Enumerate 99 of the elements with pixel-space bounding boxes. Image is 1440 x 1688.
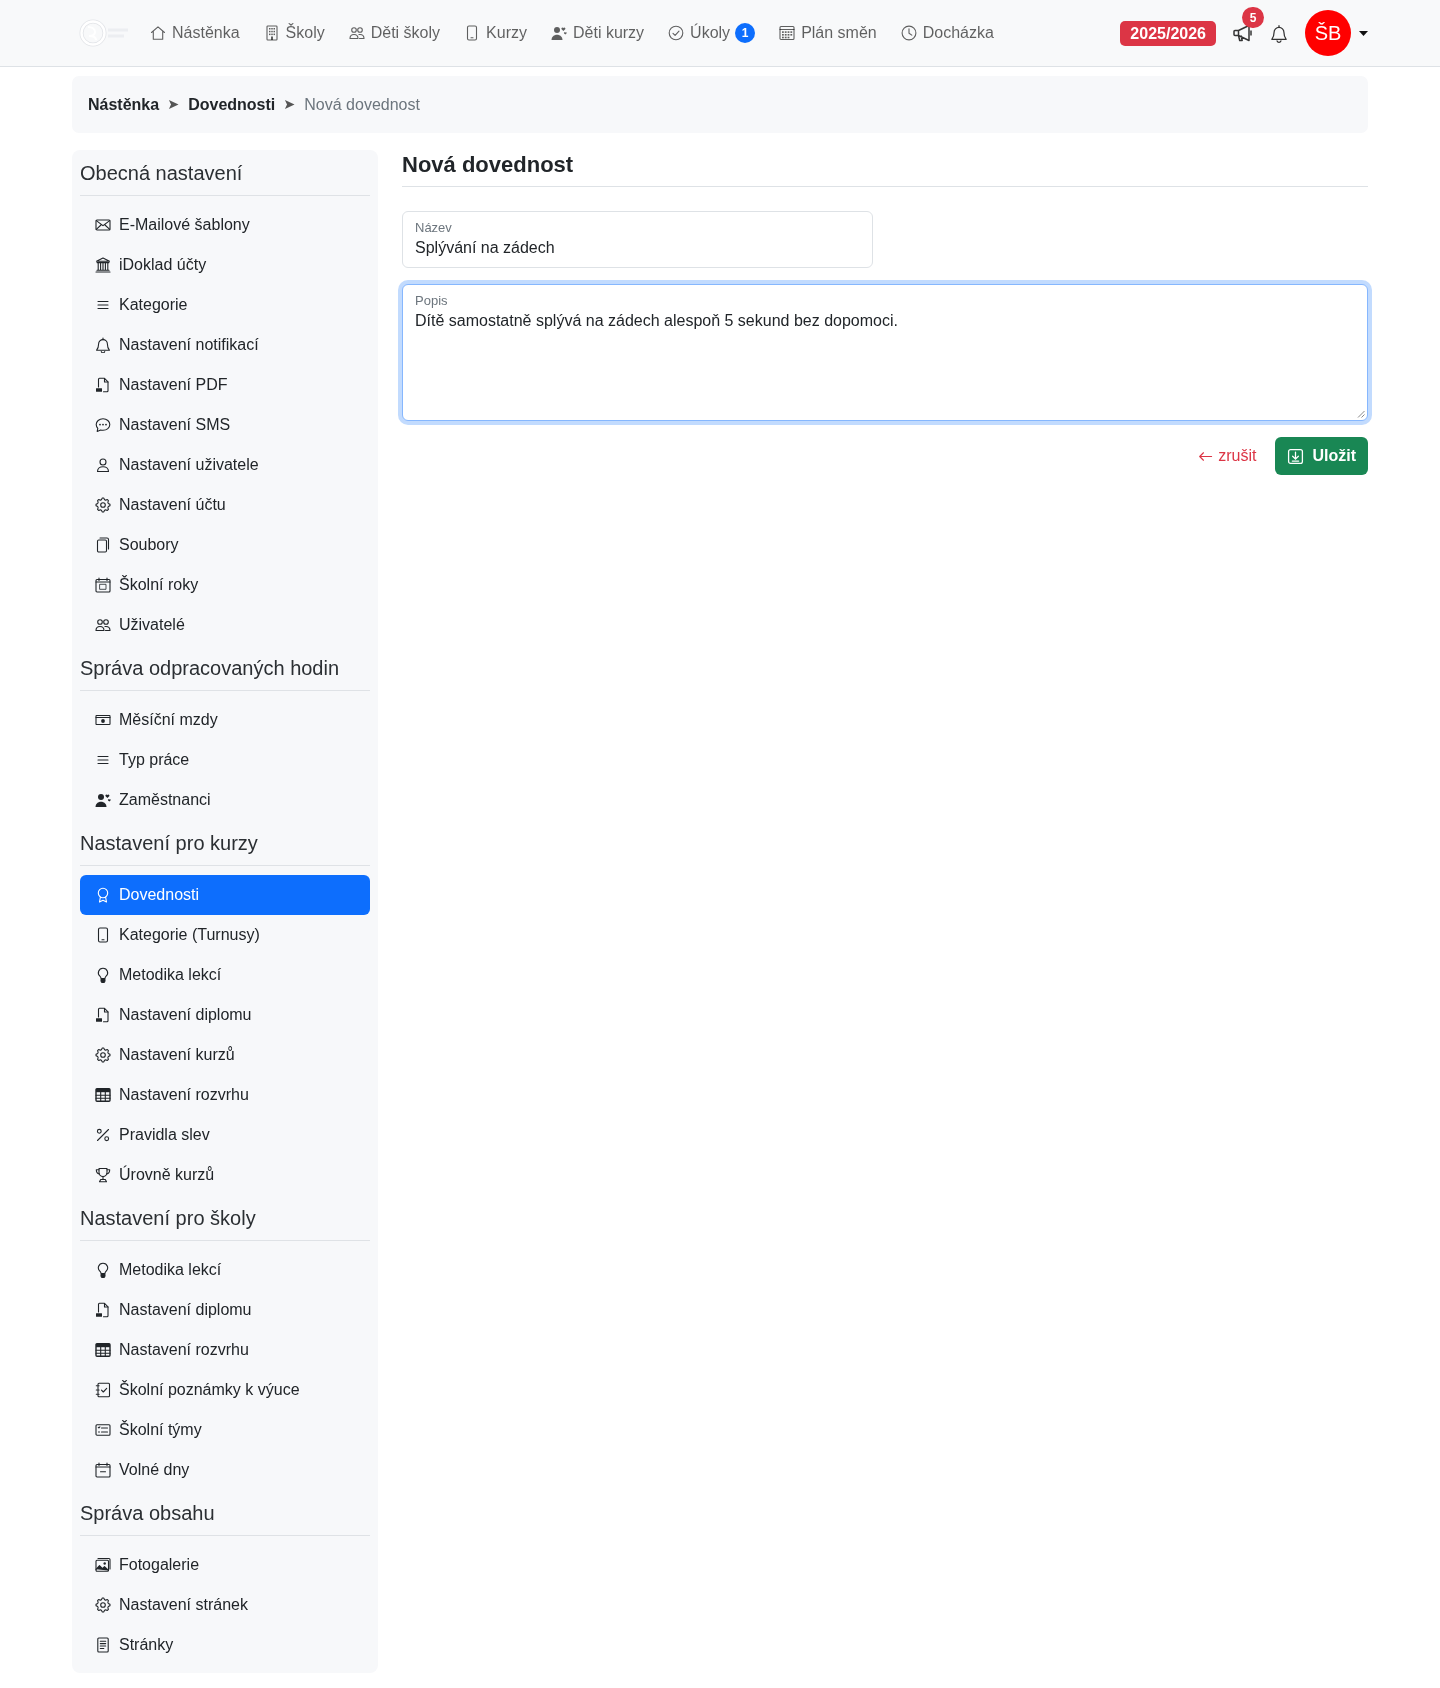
nav-link[interactable]: Plán směn: [767, 13, 889, 53]
sidebar-item[interactable]: Školní poznámky k výuce: [80, 1370, 370, 1410]
lightbulb-icon: [95, 967, 111, 983]
sidebar-item[interactable]: Kategorie: [80, 285, 370, 325]
calendar-minus-icon: [95, 1462, 111, 1478]
people-icon: [95, 617, 111, 633]
cancel-link[interactable]: zrušit: [1198, 447, 1257, 465]
sidebar-item[interactable]: Nastavení diplomu: [80, 995, 370, 1035]
person-icon: [95, 457, 111, 473]
nav-link[interactable]: Kurzy: [452, 13, 539, 53]
bell-icon[interactable]: [1270, 22, 1288, 44]
section-heading: Nastavení pro kurzy: [80, 831, 259, 855]
sidebar-item[interactable]: Kategorie (Turnusy): [80, 915, 370, 955]
sidebar-item[interactable]: Nastavení uživatele: [80, 445, 370, 485]
text-input-field[interactable]: Název Splývání na zádech: [402, 211, 873, 268]
building-icon: [263, 25, 280, 41]
check-circle-icon: [668, 25, 685, 41]
calendar-icon: [779, 25, 796, 41]
calendar-icon: [95, 577, 111, 593]
sidebar-item[interactable]: Nastavení účtu: [80, 485, 370, 525]
sidebar-item[interactable]: Volné dny: [80, 1450, 370, 1490]
nav-link[interactable]: Nástěnka: [138, 13, 252, 53]
section-heading: Obecná nastavení: [80, 161, 244, 185]
sidebar-item[interactable]: Zaměstnanci: [80, 780, 370, 820]
pdf-file-icon: [95, 1007, 111, 1023]
sidebar-item[interactable]: Nastavení diplomu: [80, 1290, 370, 1330]
award-icon: [95, 887, 111, 903]
breadcrumb-link[interactable]: Dovednosti: [188, 95, 276, 114]
sidebar-item[interactable]: Typ práce: [80, 740, 370, 780]
save-button[interactable]: Uložit: [1275, 437, 1368, 475]
sidebar-item[interactable]: Úrovně kurzů: [80, 1155, 370, 1195]
gear-icon: [95, 497, 111, 513]
sidebar-item[interactable]: E-Mailové šablony: [80, 205, 370, 245]
clock-icon: [900, 25, 917, 41]
nav-link[interactable]: Školy: [251, 13, 337, 53]
count-badge: 1: [735, 23, 756, 43]
cash-icon: [95, 712, 111, 728]
sidebar-item[interactable]: Nastavení SMS: [80, 405, 370, 445]
document-icon: [95, 1637, 111, 1653]
lightbulb-icon: [95, 1262, 111, 1278]
sidebar-item[interactable]: Nastavení notifikací: [80, 325, 370, 365]
sidebar-item[interactable]: Pravidla slev: [80, 1115, 370, 1155]
pdf-file-icon: [95, 1302, 111, 1318]
nav-link[interactable]: Úkoly 1: [656, 13, 768, 53]
caret-icon[interactable]: [1359, 30, 1368, 36]
resize-handle-icon[interactable]: [1356, 409, 1365, 418]
home-icon: [150, 25, 166, 41]
sidebar-item[interactable]: Metodika lekcí: [80, 1250, 370, 1290]
envelope-icon: [95, 217, 111, 233]
section-heading: Správa obsahu: [80, 1501, 216, 1525]
card-list-icon: [95, 1422, 111, 1438]
sidebar-item[interactable]: Nastavení rozvrhu: [80, 1075, 370, 1115]
sidebar-item[interactable]: Školní týmy: [80, 1410, 370, 1450]
arrowhead-icon: [284, 99, 296, 110]
image-icon: [95, 1557, 111, 1573]
files-icon: [95, 537, 111, 553]
sidebar-item[interactable]: Nastavení rozvrhu: [80, 1330, 370, 1370]
save-icon: [1287, 447, 1305, 465]
chat-icon: [95, 417, 111, 433]
notebook-check-icon: [95, 1382, 111, 1398]
table-icon: [95, 1342, 111, 1358]
nav-link[interactable]: Docházka: [888, 13, 1006, 53]
sidebar-item[interactable]: Nastavení kurzů: [80, 1035, 370, 1075]
section-heading: Nastavení pro školy: [80, 1206, 257, 1230]
sidebar-item[interactable]: Nastavení stránek: [80, 1585, 370, 1625]
gear-icon: [95, 1047, 111, 1063]
people-icon: [348, 25, 365, 41]
avatar-initials[interactable]: ŠB: [1305, 10, 1351, 56]
breadcrumb-current: Nová dovednost: [304, 95, 420, 114]
sidebar-item[interactable]: Nastavení PDF: [80, 365, 370, 405]
table-icon: [95, 1087, 111, 1103]
sidebar-item[interactable]: Soubory: [80, 525, 370, 565]
nav-link[interactable]: Děti školy: [336, 13, 453, 53]
arrowhead-icon: [168, 99, 180, 110]
person-hearts-icon: [95, 792, 111, 808]
sidebar-item[interactable]: Metodika lekcí: [80, 955, 370, 995]
sidebar-item[interactable]: Uživatelé: [80, 605, 370, 645]
textarea-field[interactable]: Popis Dítě samostatně splývá na zádech alespoň 5 sekund bez dopomoci.: [402, 284, 1368, 421]
sidebar-item[interactable]: Dovednosti: [80, 875, 370, 915]
page-title: Nová dovednost: [402, 150, 1368, 187]
percent-icon: [95, 1127, 111, 1143]
sidebar-item[interactable]: iDoklad účty: [80, 245, 370, 285]
person-hearts-icon: [551, 25, 567, 41]
tablet-icon: [95, 927, 111, 943]
breadcrumb-link[interactable]: Nástěnka: [88, 95, 160, 114]
bell-icon: [95, 337, 111, 353]
trophy-icon: [95, 1167, 111, 1183]
megaphone-icon[interactable]: [1232, 23, 1254, 43]
sidebar-item[interactable]: Školní roky: [80, 565, 370, 605]
nav-link[interactable]: Děti kurzy: [539, 13, 657, 53]
bank-icon: [95, 257, 111, 273]
pdf-file-icon: [95, 377, 111, 393]
count-badge: 5: [1242, 7, 1264, 28]
sidebar-item[interactable]: Stránky: [80, 1625, 370, 1665]
gear-icon: [95, 1597, 111, 1613]
sidebar-item[interactable]: Měsíční mzdy: [80, 700, 370, 740]
sidebar-item[interactable]: Fotogalerie: [80, 1545, 370, 1585]
school-year-badge[interactable]: 2025/2026: [1120, 20, 1216, 46]
section-heading: Správa odpracovaných hodin: [80, 656, 341, 680]
